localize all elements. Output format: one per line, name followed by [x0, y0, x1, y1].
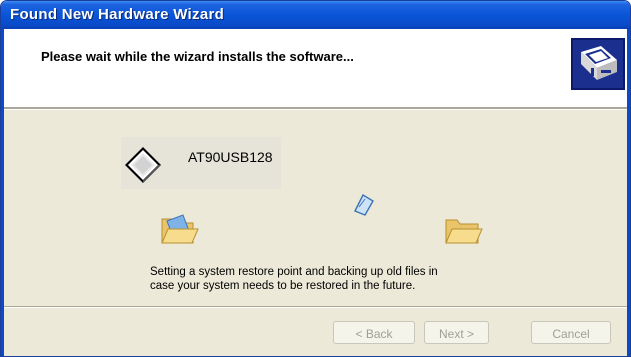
wizard-window: Found New Hardware Wizard Please wait wh… — [0, 0, 631, 357]
status-message: Setting a system restore point and backi… — [150, 265, 510, 293]
usb-device-icon — [125, 147, 161, 183]
window-title: Found New Hardware Wizard — [10, 6, 225, 23]
window-border-left — [1, 29, 4, 356]
wizard-header: Please wait while the wizard installs th… — [4, 29, 627, 107]
window-border-right — [627, 29, 630, 356]
next-button[interactable]: Next > — [424, 321, 489, 344]
back-button[interactable]: < Back — [333, 321, 415, 344]
folder-icon — [445, 219, 483, 244]
open-folder-icon — [161, 214, 199, 244]
title-bar[interactable]: Found New Hardware Wizard — [1, 1, 630, 29]
header-divider — [4, 107, 627, 110]
hardware-wizard-icon — [571, 38, 625, 90]
flying-document-icon — [354, 194, 374, 216]
footer-divider — [4, 306, 627, 308]
header-heading: Please wait while the wizard installs th… — [41, 49, 354, 64]
status-line-2: case your system needs to be restored in… — [150, 280, 416, 292]
device-name: AT90USB128 — [188, 149, 273, 165]
cancel-button[interactable]: Cancel — [531, 321, 611, 344]
status-line-1: Setting a system restore point and backi… — [150, 266, 438, 278]
